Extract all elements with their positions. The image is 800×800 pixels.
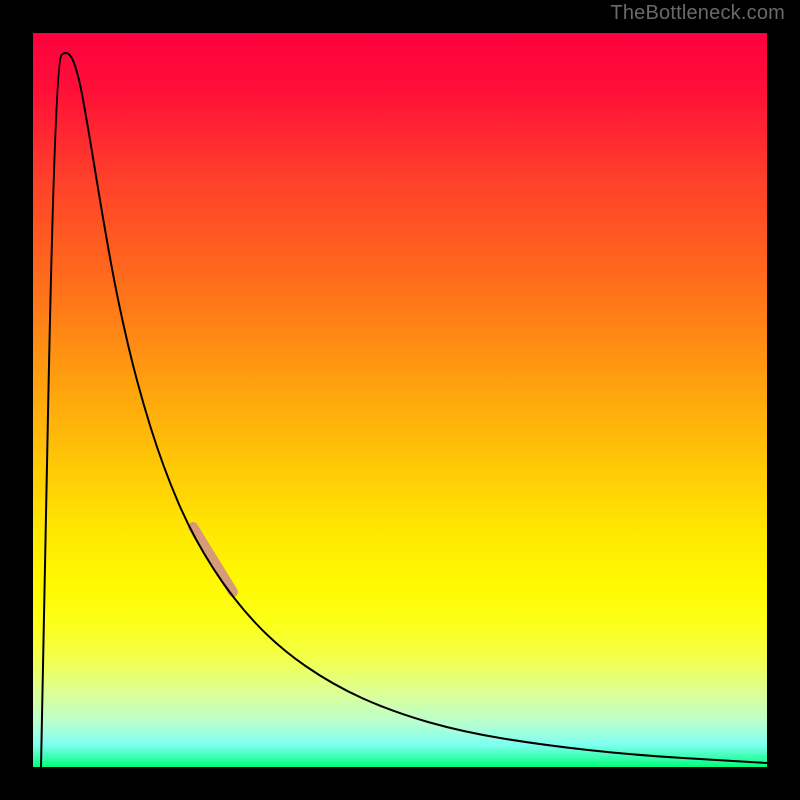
chart-svg [33,33,767,767]
chart-container: TheBottleneck.com [0,0,800,800]
curve-highlight [193,527,233,592]
attribution-text: TheBottleneck.com [610,2,785,25]
bottleneck-curve [41,53,767,767]
